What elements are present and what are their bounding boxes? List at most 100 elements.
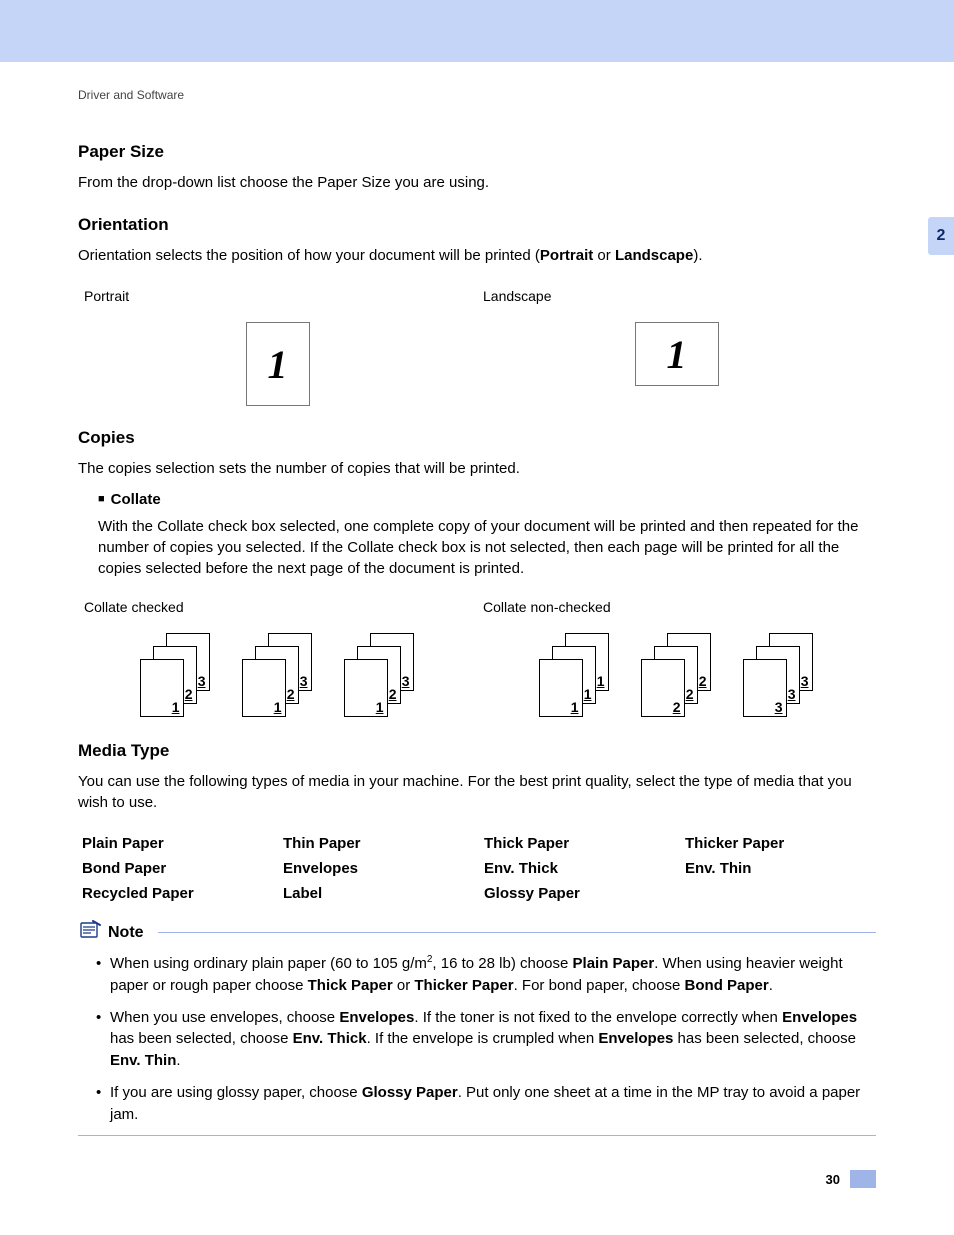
t: Envelopes [782, 1009, 857, 1026]
breadcrumb: Driver and Software [78, 88, 876, 102]
collate-nonchecked-label: Collate non-checked [483, 599, 876, 615]
collate-checked-set: 321321321 [78, 633, 477, 717]
sheet: 1 [344, 659, 388, 717]
portrait-label: Portrait [84, 288, 477, 304]
orientation-bold-portrait: Portrait [540, 247, 593, 264]
t: . [176, 1052, 180, 1069]
media-item: Plain Paper [82, 835, 273, 852]
sheet-number: 1 [571, 699, 579, 715]
media-item: Bond Paper [82, 860, 273, 877]
t: Env. Thick [293, 1030, 367, 1047]
paper-size-heading: Paper Size [78, 142, 876, 162]
page-stack: 321 [242, 633, 314, 717]
portrait-thumb: 1 [246, 322, 310, 406]
t: , 16 to 28 lb) choose [432, 955, 572, 972]
sheet-number: 2 [699, 673, 707, 689]
sheet-number: 1 [274, 699, 282, 715]
sheet-number: 3 [402, 673, 410, 689]
page-stack: 222 [641, 633, 713, 717]
sheet-number: 3 [788, 686, 796, 702]
paper-size-text: From the drop-down list choose the Paper… [78, 172, 876, 193]
media-item: Glossy Paper [484, 885, 675, 902]
t: Envelopes [598, 1030, 673, 1047]
media-heading: Media Type [78, 741, 876, 761]
sheet: 3 [743, 659, 787, 717]
media-item: Thick Paper [484, 835, 675, 852]
note-list: When using ordinary plain paper (60 to 1… [78, 953, 876, 1125]
collate-nonchecked-set: 111222333 [477, 633, 876, 717]
t: If you are using glossy paper, choose [110, 1084, 362, 1101]
media-item: Recycled Paper [82, 885, 273, 902]
media-item: Env. Thick [484, 860, 675, 877]
collate-checked-label: Collate checked [84, 599, 477, 615]
copies-heading: Copies [78, 428, 876, 448]
sheet-number: 2 [389, 686, 397, 702]
orientation-bold-landscape: Landscape [615, 247, 693, 264]
orientation-post: ). [693, 247, 702, 264]
page-stack: 333 [743, 633, 815, 717]
t: . If the envelope is crumpled when [367, 1030, 599, 1047]
copies-text: The copies selection sets the number of … [78, 458, 876, 479]
t: Plain Paper [573, 955, 655, 972]
t: When using ordinary plain paper (60 to 1… [110, 955, 427, 972]
t: Env. Thin [110, 1052, 176, 1069]
orientation-heading: Orientation [78, 215, 876, 235]
note-item-2: When you use envelopes, choose Envelopes… [96, 1007, 876, 1072]
t: Envelopes [339, 1009, 414, 1026]
t: Thicker Paper [414, 977, 513, 994]
sheet-number: 3 [198, 673, 206, 689]
page-stack: 111 [539, 633, 611, 717]
media-grid: Plain Paper Thin Paper Thick Paper Thicker … [82, 835, 876, 902]
landscape-label: Landscape [483, 288, 876, 304]
note-rule-top [158, 932, 876, 933]
orientation-pre: Orientation selects the position of how … [78, 247, 540, 264]
note-heading-text: Note [108, 924, 144, 942]
t: . If the toner is not fixed to the envel… [414, 1009, 782, 1026]
sheet-number: 1 [584, 686, 592, 702]
note-icon [78, 920, 102, 945]
t: Glossy Paper [362, 1084, 458, 1101]
t: Thick Paper [308, 977, 393, 994]
sheet-number: 2 [287, 686, 295, 702]
t: . [769, 977, 773, 994]
sheet-number: 1 [376, 699, 384, 715]
t: has been selected, choose [673, 1030, 856, 1047]
landscape-thumb: 1 [635, 322, 719, 386]
sheet: 1 [539, 659, 583, 717]
collate-section: Collate With the Collate check box selec… [98, 491, 876, 579]
collate-figures: Collate checked 321321321 Collate non-ch… [78, 599, 876, 717]
footer-box [850, 1170, 876, 1188]
page-footer: 30 [78, 1170, 876, 1188]
chapter-tab: 2 [928, 217, 954, 255]
note-rule-bottom [78, 1135, 876, 1136]
media-item: Thin Paper [283, 835, 474, 852]
t: . For bond paper, choose [514, 977, 685, 994]
orientation-mid: or [593, 247, 615, 264]
collate-text: With the Collate check box selected, one… [98, 516, 876, 579]
media-item: Thicker Paper [685, 835, 876, 852]
page-stack: 321 [140, 633, 212, 717]
note-item-1: When using ordinary plain paper (60 to 1… [96, 953, 876, 997]
top-header-bar [0, 0, 954, 62]
media-item: Env. Thin [685, 860, 876, 877]
sheet-number: 2 [686, 686, 694, 702]
t: has been selected, choose [110, 1030, 293, 1047]
sheet-number: 2 [673, 699, 681, 715]
media-item: Envelopes [283, 860, 474, 877]
page-number: 30 [826, 1172, 840, 1187]
sheet-number: 2 [185, 686, 193, 702]
sheet: 1 [140, 659, 184, 717]
page-stack: 321 [344, 633, 416, 717]
t: Bond Paper [685, 977, 769, 994]
sheet-number: 3 [775, 699, 783, 715]
collate-heading: Collate [98, 491, 876, 508]
orientation-text: Orientation selects the position of how … [78, 245, 876, 266]
page-content: 2 Driver and Software Paper Size From th… [0, 62, 954, 1218]
sheet-number: 3 [300, 673, 308, 689]
note-item-3: If you are using glossy paper, choose Gl… [96, 1082, 876, 1126]
sheet: 2 [641, 659, 685, 717]
t: When you use envelopes, choose [110, 1009, 339, 1026]
sheet: 1 [242, 659, 286, 717]
sheet-number: 3 [801, 673, 809, 689]
sheet-number: 1 [597, 673, 605, 689]
